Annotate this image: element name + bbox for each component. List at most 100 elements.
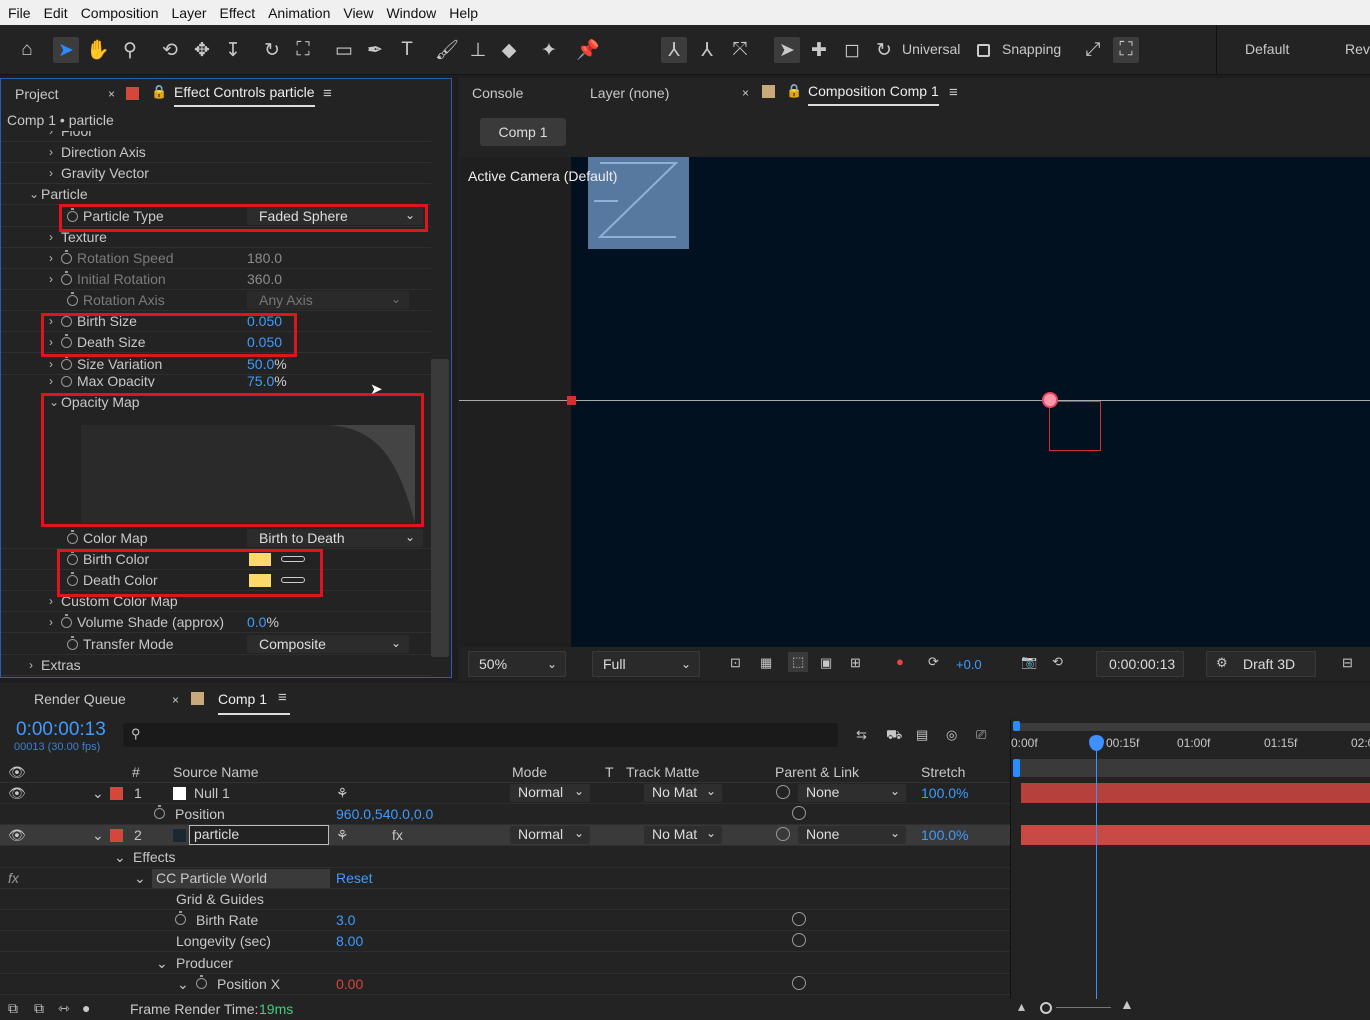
chevron-down-icon[interactable]: ⌄ <box>92 785 104 802</box>
local-axis-icon[interactable]: ⅄ <box>661 37 687 63</box>
snap-features-icon[interactable]: ⛶ <box>1113 37 1139 63</box>
type-tool-icon[interactable]: T <box>394 37 420 63</box>
chevron-down-icon[interactable]: ⌄ <box>134 870 146 887</box>
workspace-default[interactable]: Default <box>1245 41 1289 57</box>
stopwatch-icon[interactable] <box>67 291 78 306</box>
pickwhip-icon[interactable] <box>792 976 806 990</box>
zoom-tool-icon[interactable]: ⚲ <box>117 37 143 63</box>
stopwatch-icon[interactable] <box>196 975 212 992</box>
layer-row-particle[interactable]: 👁 ⌄ 2 particle ⚘ fx Normal ⌄ No Mat ⌄ None… <box>0 825 1010 846</box>
panel-menu-icon[interactable]: ≡ <box>949 84 958 101</box>
selection-tool-icon[interactable]: ➤ <box>53 37 79 63</box>
tab-layer[interactable]: Layer (none) <box>590 78 669 108</box>
work-area-bar[interactable] <box>1015 723 1370 731</box>
reset-exposure-icon[interactable]: ⟳ <box>928 654 939 670</box>
clone-stamp-icon[interactable]: ⊥ <box>465 37 491 63</box>
birth-rate-value[interactable]: 3.0 <box>336 912 355 928</box>
label-color-swatch[interactable] <box>110 787 123 800</box>
stopwatch-icon[interactable] <box>67 529 78 544</box>
menu-view[interactable]: View <box>343 5 373 21</box>
time-graph[interactable]: 0:00f 00:15f 01:00f 01:15f 02:0 <box>1010 719 1370 999</box>
transparency-grid-icon[interactable]: ▦ <box>760 655 772 671</box>
guides-icon[interactable]: ▣ <box>820 655 832 671</box>
rectangle-tool-icon[interactable]: ▭ <box>331 37 357 63</box>
eye-icon[interactable]: 👁 <box>8 827 26 844</box>
transfer-mode-dropdown[interactable]: Composite ⌄ <box>247 635 409 653</box>
eraser-tool-icon[interactable]: ◆ <box>496 37 522 63</box>
producer-row[interactable]: ⌄ Producer <box>0 953 1010 974</box>
pickwhip-icon[interactable] <box>776 785 790 799</box>
menu-layer[interactable]: Layer <box>172 5 207 21</box>
work-area-start[interactable] <box>1013 721 1020 731</box>
stopwatch-icon[interactable] <box>61 249 72 264</box>
comp-mini-flowchart-icon[interactable]: ⇆ <box>856 727 867 743</box>
graph-editor-icon[interactable]: ⎚ <box>976 727 986 743</box>
toggle-modes-icon[interactable]: ⧉ <box>34 1000 44 1017</box>
pen-tool-icon[interactable]: ✒ <box>362 37 388 63</box>
effect-name[interactable]: CC Particle World <box>152 869 330 888</box>
stopwatch-icon[interactable] <box>61 270 72 285</box>
layer-bar-particle[interactable] <box>1021 825 1370 845</box>
close-tab-icon[interactable]: × <box>108 87 115 101</box>
layer-name[interactable]: Null 1 <box>194 785 230 801</box>
null-handle[interactable] <box>567 396 576 405</box>
max-opacity-value[interactable]: 75.0 <box>247 375 274 387</box>
rotation-speed-value[interactable]: 180.0 <box>247 250 282 266</box>
tab-effect-controls[interactable]: Effect Controls particle <box>174 79 315 107</box>
zoom-out-icon[interactable]: ▴ <box>1018 998 1025 1015</box>
hand-tool-icon[interactable]: ✋ <box>85 37 111 63</box>
stopwatch-icon[interactable] <box>175 911 191 928</box>
show-snapshot-icon[interactable]: ⟲ <box>1052 654 1063 670</box>
menu-file[interactable]: File <box>8 5 31 21</box>
anchor-point-tool-icon[interactable]: ⛶ <box>290 37 316 63</box>
snapshot-icon[interactable]: 📷 <box>1021 654 1037 670</box>
label-color-swatch[interactable] <box>110 829 123 842</box>
menu-composition[interactable]: Composition <box>81 5 159 21</box>
toggle-in-out-icon[interactable]: ⇿ <box>58 1000 70 1017</box>
pan-camera-icon[interactable]: ✥ <box>189 37 215 63</box>
pickwhip-icon[interactable] <box>792 933 806 947</box>
workspace-review[interactable]: Revi <box>1345 41 1370 57</box>
roto-brush-icon[interactable]: ✦ <box>536 37 562 63</box>
grid-guides-row[interactable]: Grid & Guides <box>0 889 1010 910</box>
menu-animation[interactable]: Animation <box>268 5 330 21</box>
volume-shade-value[interactable]: 0.0 <box>247 614 266 630</box>
snapping-checkbox[interactable] <box>970 37 996 63</box>
mask-visibility-icon[interactable]: ⬚ <box>788 652 809 672</box>
size-variation-value[interactable]: 50.0 <box>247 356 274 372</box>
chevron-down-icon[interactable]: ⌄ <box>92 827 104 844</box>
universal-select-icon[interactable]: ➤ <box>774 37 800 63</box>
menu-edit[interactable]: Edit <box>44 5 68 21</box>
brush-tool-icon[interactable]: 🖌 <box>434 37 460 63</box>
stopwatch-icon[interactable] <box>61 355 72 370</box>
chevron-down-icon[interactable]: ⌄ <box>177 976 189 993</box>
layer-search-input[interactable]: ⚲ <box>123 723 838 747</box>
scrollbar-thumb[interactable] <box>431 359 449 657</box>
toggle-switches-icon[interactable]: ⧉ <box>8 1000 18 1017</box>
emitter-bounds[interactable] <box>1049 401 1101 451</box>
rotation-axis-dropdown[interactable]: Any Axis ⌄ <box>247 291 409 309</box>
lock-icon[interactable]: 🔒 <box>786 83 802 99</box>
universal-move-icon[interactable]: ✚ <box>806 37 832 63</box>
panel-menu-icon[interactable]: ≡ <box>323 85 332 102</box>
initial-rotation-value[interactable]: 360.0 <box>247 271 282 287</box>
zoom-slider-track[interactable] <box>1056 1007 1111 1008</box>
composition-viewer[interactable]: Active Camera (Default) <box>459 157 1370 647</box>
layer-row-null[interactable]: 👁 ⌄ 1 Null 1 ⚘ Normal ⌄ No Mat ⌄ None ⌄ 100… <box>0 783 1010 804</box>
stopwatch-icon[interactable] <box>61 613 72 628</box>
layer-bar-null[interactable] <box>1021 783 1370 803</box>
shy-switch-icon[interactable]: ⚘ <box>336 785 349 802</box>
layer-name-input[interactable]: particle <box>189 825 329 845</box>
orbit-camera-icon[interactable]: ⟲ <box>157 37 183 63</box>
current-time[interactable]: 0:00:00:13 <box>16 719 106 741</box>
menu-help[interactable]: Help <box>449 5 478 21</box>
zoom-slider-handle[interactable] <box>1040 1002 1052 1014</box>
menu-effect[interactable]: Effect <box>220 5 256 21</box>
resolution-dropdown[interactable]: Full ⌄ <box>592 651 700 677</box>
layout-icon[interactable]: ⊟ <box>1342 655 1353 671</box>
universal-scale-icon[interactable]: ◻ <box>839 37 865 63</box>
extras-label[interactable]: › Extras <box>29 657 81 673</box>
floor-label[interactable]: › Floor <box>49 131 93 139</box>
comp-canvas[interactable] <box>571 157 1370 647</box>
layer-mode-dropdown[interactable]: Normal ⌄ <box>510 826 590 844</box>
